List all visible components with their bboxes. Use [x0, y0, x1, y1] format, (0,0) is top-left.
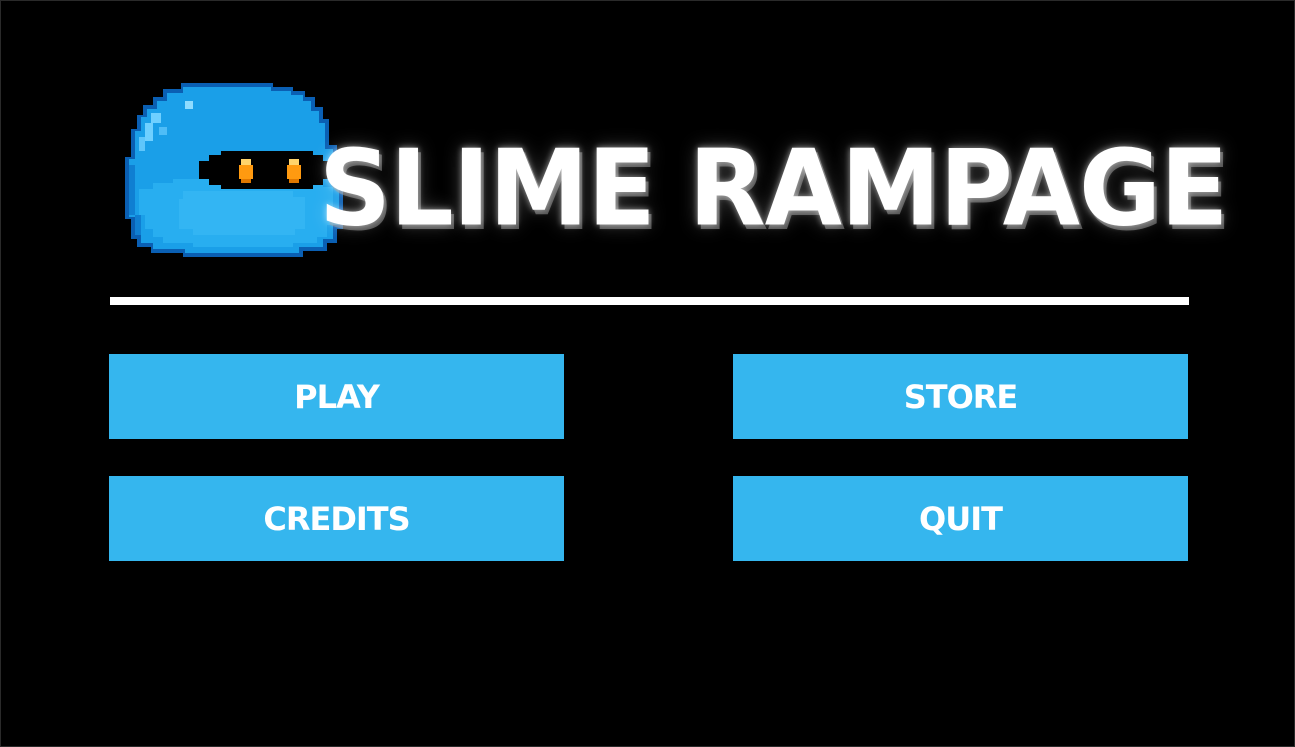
- game-title: SLIME RAMPAGE: [319, 127, 1228, 250]
- main-menu-screen: SLIME RAMPAGE PLAY STORE CREDITS QUIT: [0, 0, 1295, 747]
- title-divider: [110, 297, 1189, 305]
- store-button[interactable]: STORE: [733, 354, 1188, 439]
- play-button[interactable]: PLAY: [109, 354, 564, 439]
- credits-button[interactable]: CREDITS: [109, 476, 564, 561]
- quit-button[interactable]: QUIT: [733, 476, 1188, 561]
- blue-slime-icon: [123, 79, 347, 263]
